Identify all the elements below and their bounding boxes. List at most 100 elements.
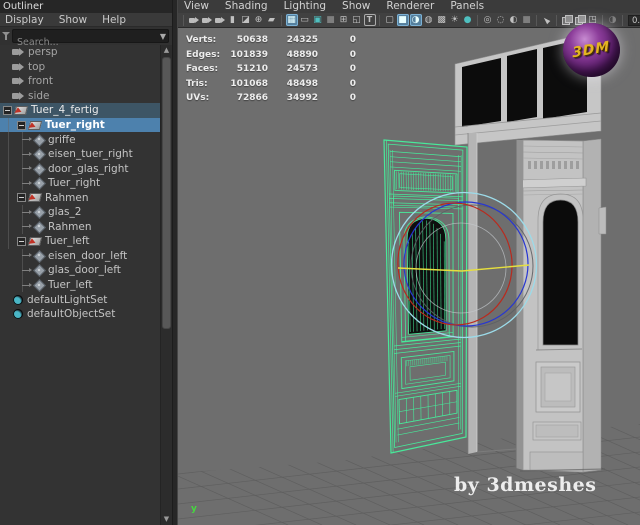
outliner-item-label: Rahmen: [48, 220, 92, 233]
hud-row: Faces: 51210 24573 0: [186, 62, 356, 77]
outliner-item-door_glas_right[interactable]: door_glas_right: [0, 161, 160, 176]
scroll-down-icon[interactable]: ▼: [161, 514, 172, 525]
safe-action-icon[interactable]: ◱: [351, 14, 363, 26]
viewport-menu-shading[interactable]: Shading: [225, 0, 268, 13]
lights-icon[interactable]: ☀: [449, 14, 461, 26]
isolate-select-icon[interactable]: ►: [541, 14, 553, 26]
viewport-menu-panels[interactable]: Panels: [450, 0, 484, 13]
outliner-item-glas_2[interactable]: glas_2: [0, 205, 160, 220]
scroll-up-icon[interactable]: ▲: [161, 45, 172, 56]
outliner-item-label: Tuer_left: [48, 279, 93, 292]
hud-cell: 48498: [286, 78, 318, 89]
use-default-material-icon[interactable]: ◍: [423, 14, 435, 26]
tree-guide-line: [8, 219, 9, 235]
viewport-menu-show[interactable]: Show: [342, 0, 370, 13]
select-camera-icon[interactable]: [188, 14, 200, 26]
grease-pencil-icon[interactable]: ▰: [266, 14, 278, 26]
toolbar-separator: [536, 14, 537, 26]
camera-attributes-icon[interactable]: [201, 14, 213, 26]
outliner-item-rahmen[interactable]: Rahmen: [0, 219, 160, 235]
image-plane-icon[interactable]: ◪: [240, 14, 252, 26]
outliner-tree: persp top front side Tuer_4_fertig Tuer_right…: [0, 45, 160, 525]
outliner-item-defaultlightset[interactable]: defaultLightSet: [0, 292, 160, 307]
safe-title-icon[interactable]: T: [364, 14, 376, 26]
wireframe-icon[interactable]: ▢: [384, 14, 396, 26]
outliner-item-label: griffe: [48, 133, 76, 146]
outliner-item-tuer_right[interactable]: Tuer_right: [0, 117, 160, 133]
checker-map-icon[interactable]: ▩: [436, 14, 448, 26]
expand-collapse-icon[interactable]: [17, 120, 26, 130]
set-icon: [13, 294, 23, 305]
tree-guide-line: [8, 190, 9, 206]
gate-mask-icon[interactable]: ■: [325, 14, 337, 26]
chevron-down-icon[interactable]: ▼: [160, 31, 166, 42]
toolbar-separator: [622, 14, 623, 26]
outliner-item-label: side: [28, 89, 50, 102]
viewport-toolbar: ▮ ◪ ⊕ ▰ ▦ ▭ ▣ ■ ⊞ ◱ T ▢ ■ ◑ ◍ ▩ ☀ ● ◎ ◌ ◐ ■ ► ◳ ◑ 0.: [178, 13, 640, 28]
outliner-item-eisen_tuer_right[interactable]: eisen_tuer_right: [0, 146, 160, 162]
outliner-item-label: Tuer_left: [45, 235, 90, 248]
resolution-gate-icon[interactable]: ▣: [312, 14, 324, 26]
outliner-item-label: top: [28, 60, 46, 73]
outliner-item-side[interactable]: side: [0, 89, 160, 104]
3dm-logo: 3DM: [563, 23, 620, 77]
compositing-layers-icon[interactable]: [561, 14, 573, 26]
poly-count-hud: Verts: 50638 24325 0 Edges: 101839 48890 0 Faces…: [186, 33, 356, 106]
outliner-item-tuer_left[interactable]: Tuer_left: [0, 277, 160, 293]
tree-guide-line: [8, 161, 9, 176]
toolbar-separator: [556, 14, 557, 26]
outliner-item-griffe[interactable]: griffe: [0, 132, 160, 147]
tree-guide-line: [8, 146, 9, 162]
outliner-menu-display[interactable]: Display: [5, 13, 44, 26]
outliner-title: Outliner: [0, 0, 172, 13]
hud-cell: 0: [349, 78, 356, 89]
viewport-menu-renderer[interactable]: Renderer: [386, 0, 434, 13]
outliner-item-front[interactable]: front: [0, 74, 160, 89]
shadows-icon[interactable]: ◎: [482, 14, 494, 26]
outliner-item-tuer_right[interactable]: Tuer_right: [0, 175, 160, 191]
outliner-item-label: persp: [28, 46, 58, 59]
mesh-icon: [33, 164, 44, 174]
textured-icon[interactable]: ◑: [409, 14, 422, 26]
outliner-scrollbar[interactable]: ▲ ▼: [160, 45, 172, 525]
outliner-menu-show[interactable]: Show: [59, 13, 87, 26]
camera-bookmark-icon[interactable]: [214, 14, 226, 26]
hud-cell: 0: [349, 49, 356, 60]
exposure-value-field[interactable]: 0.: [628, 14, 640, 26]
expand-collapse-icon[interactable]: [3, 105, 12, 115]
expand-collapse-icon[interactable]: [17, 236, 26, 246]
outliner-menu-help[interactable]: Help: [102, 13, 126, 26]
scrollbar-thumb[interactable]: [162, 57, 171, 329]
hud-cell: 101068: [230, 78, 268, 89]
viewport-menu-lighting[interactable]: Lighting: [284, 0, 326, 13]
outliner-item-persp[interactable]: persp: [0, 45, 160, 60]
smooth-shade-icon[interactable]: ■: [396, 14, 409, 26]
viewport-menu-view[interactable]: View: [184, 0, 209, 13]
motion-blur-icon[interactable]: ◐: [508, 14, 520, 26]
expand-collapse-icon[interactable]: [17, 193, 26, 203]
texture-display-icon[interactable]: ●: [462, 14, 474, 26]
film-gate-icon[interactable]: ▭: [299, 14, 311, 26]
outliner-item-tuer_4_fertig[interactable]: Tuer_4_fertig: [0, 103, 160, 118]
toolbar-separator: [281, 14, 282, 26]
grid-icon[interactable]: ▦: [285, 14, 298, 26]
outliner-item-eisen_door_left[interactable]: eisen_door_left: [0, 248, 160, 264]
outliner-item-defaultobjectset[interactable]: defaultObjectSet: [0, 307, 160, 322]
mesh-icon: [33, 135, 44, 145]
outliner-item-tuer_left[interactable]: Tuer_left: [0, 234, 160, 249]
multisample-aa-icon[interactable]: ■: [521, 14, 533, 26]
outliner-item-rahmen[interactable]: Rahmen: [0, 190, 160, 206]
outliner-item-top[interactable]: top: [0, 60, 160, 75]
ambient-occlusion-icon[interactable]: ◌: [495, 14, 507, 26]
field-chart-icon[interactable]: ⊞: [338, 14, 350, 26]
mesh-icon: [33, 280, 44, 290]
hud-row: Verts: 50638 24325 0: [186, 33, 356, 48]
bookmark-icon[interactable]: ▮: [227, 14, 239, 26]
outliner-item-glas_door_left[interactable]: glas_door_left: [0, 263, 160, 278]
exposure-icon[interactable]: ◑: [607, 14, 619, 26]
hud-cell: 0: [349, 35, 356, 46]
hud-cell: Verts:: [186, 35, 217, 46]
tree-guide-line: [8, 175, 9, 191]
tree-connector: [22, 208, 32, 217]
pan-zoom-icon[interactable]: ⊕: [253, 14, 265, 26]
